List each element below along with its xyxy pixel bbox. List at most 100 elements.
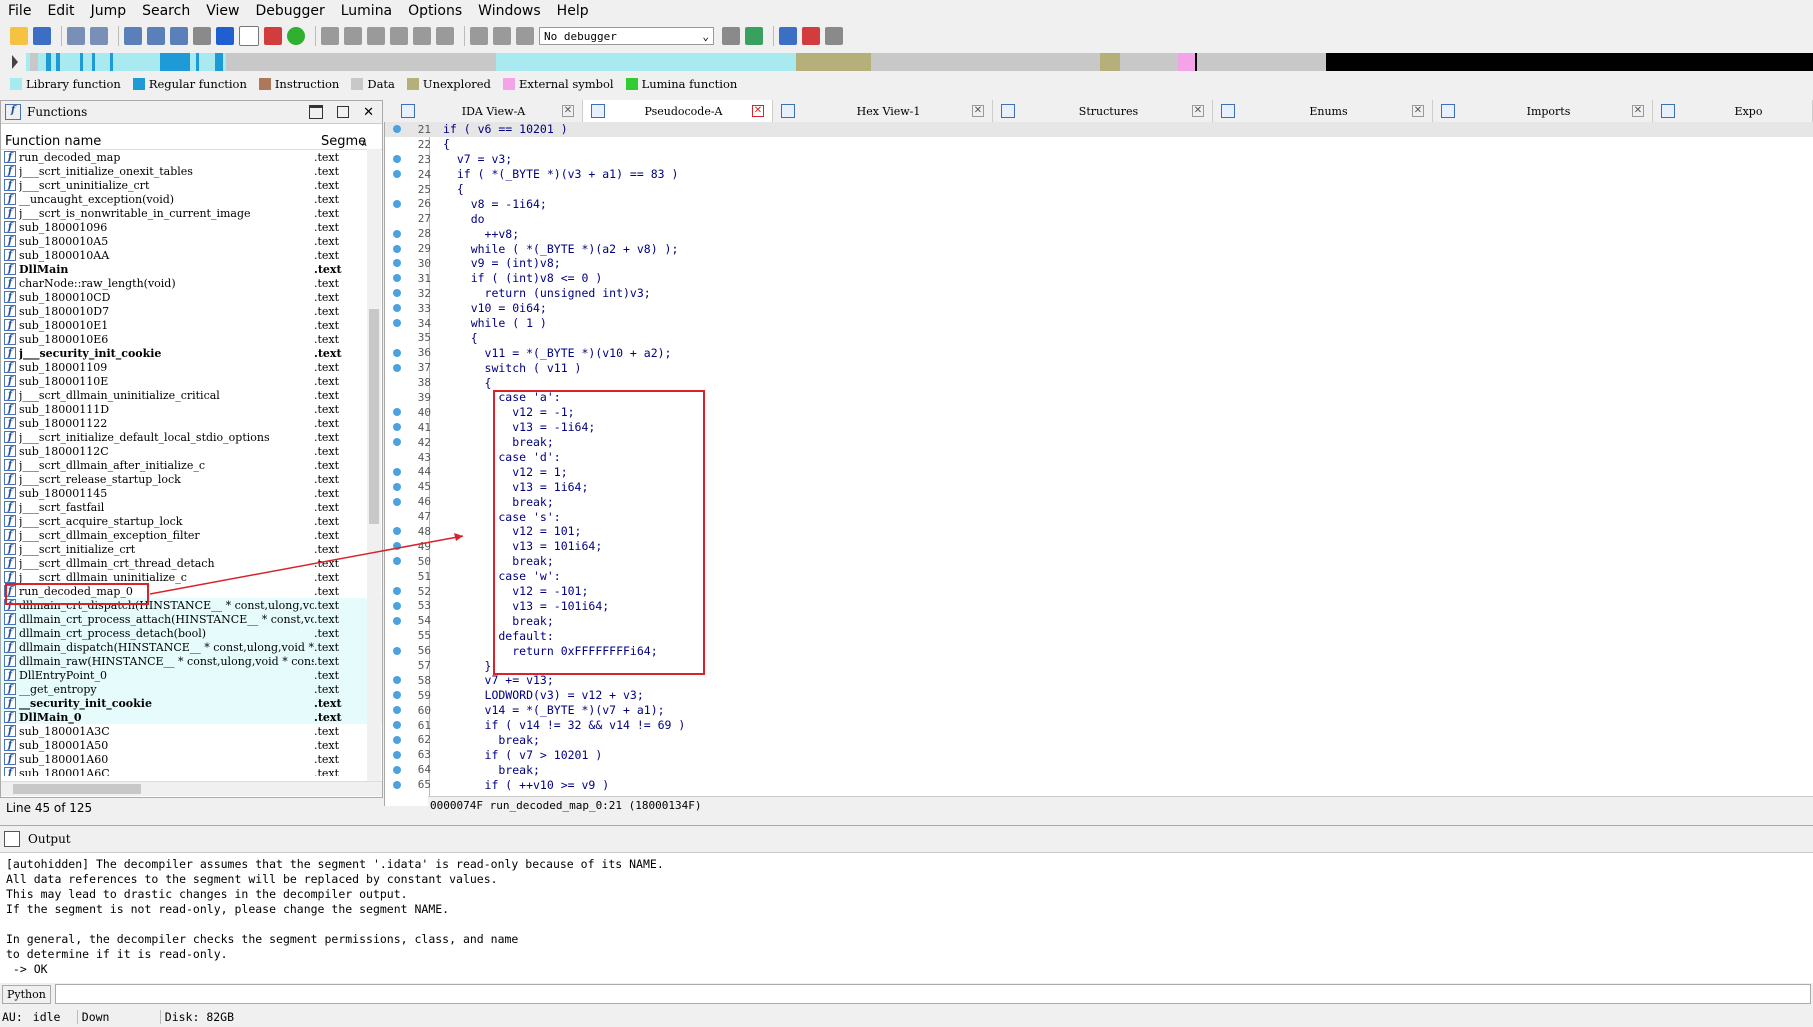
code-line[interactable]: 24 if ( *(_BYTE *)(v3 + a1) == 83 ) <box>385 167 1813 182</box>
scroll-up-icon[interactable]: ∧ <box>361 139 368 149</box>
refresh-icon[interactable] <box>745 27 763 45</box>
function-row[interactable]: f j___scrt_is_nonwritable_in_current_imag… <box>1 206 382 220</box>
breakpoint-dot-icon[interactable] <box>393 289 401 298</box>
breakpoint-dot-icon[interactable] <box>393 125 401 134</box>
function-row[interactable]: f sub_180001145 .text <box>1 486 382 500</box>
breakpoint-dot-icon[interactable] <box>393 363 401 372</box>
breakpoint-dot-icon[interactable] <box>393 601 401 610</box>
code-line[interactable]: 35 { <box>385 330 1813 345</box>
function-row[interactable]: f __security_init_cookie .text <box>1 696 382 710</box>
breakpoint-dot-icon[interactable] <box>393 780 401 789</box>
code-line[interactable]: 36 v11 = *(_BYTE *)(v10 + a2); <box>385 345 1813 360</box>
code-line[interactable]: 30 v9 = (int)v8; <box>385 256 1813 271</box>
function-row[interactable]: f dllmain_crt_process_attach(HINSTANCE__ … <box>1 612 382 626</box>
code-line[interactable]: 31 if ( (int)v8 <= 0 ) <box>385 271 1813 286</box>
breakpoint-dot-icon[interactable] <box>393 229 401 238</box>
breakpoint-icon[interactable] <box>802 27 820 45</box>
column-function-name[interactable]: Function name <box>1 134 321 149</box>
menu-item-windows[interactable]: Windows <box>470 3 549 19</box>
breakpoint-dot-icon[interactable] <box>393 646 401 655</box>
function-row[interactable]: f j___scrt_dllmain_uninitialize_c .text <box>1 570 382 584</box>
code-line[interactable]: 29 while ( *(_BYTE *)(a2 + v8) ); <box>385 241 1813 256</box>
breakpoint-dot-icon[interactable] <box>393 467 401 476</box>
function-row[interactable]: f j___scrt_dllmain_after_initialize_c .tex… <box>1 458 382 472</box>
menu-item-view[interactable]: View <box>198 3 247 19</box>
stop-icon[interactable] <box>516 27 534 45</box>
struct-icon[interactable] <box>321 27 339 45</box>
breakpoint-dot-icon[interactable] <box>393 616 401 625</box>
menu-item-debugger[interactable]: Debugger <box>247 3 332 19</box>
function-row[interactable]: f run_decoded_map .text <box>1 150 382 164</box>
vertical-scrollbar[interactable] <box>367 149 381 781</box>
debugger-select[interactable]: No debugger ⌄ <box>539 27 714 45</box>
back-arrow-icon[interactable] <box>67 27 85 45</box>
breakpoint-dot-icon[interactable] <box>393 199 401 208</box>
maximize-icon[interactable] <box>309 105 324 119</box>
menu-item-jump[interactable]: Jump <box>83 3 135 19</box>
function-row[interactable]: f j___scrt_initialize_default_local_stdio… <box>1 430 382 444</box>
function-row[interactable]: f sub_180001A6C .text <box>1 766 382 776</box>
code-line[interactable]: 58 v7 += v13; <box>385 673 1813 688</box>
function-row[interactable]: f sub_1800010CD .text <box>1 290 382 304</box>
function-row[interactable]: f j___scrt_acquire_startup_lock .text <box>1 514 382 528</box>
function-row[interactable]: f sub_18000112C .text <box>1 444 382 458</box>
breakpoint-dot-icon[interactable] <box>393 155 401 164</box>
breakpoint-dot-icon[interactable] <box>393 170 401 179</box>
code-line[interactable]: 60 v14 = *(_BYTE *)(v7 + a1); <box>385 703 1813 718</box>
menu-item-lumina[interactable]: Lumina <box>333 3 400 19</box>
code-line[interactable]: 21 if ( v6 == 10201 ) <box>385 122 1813 137</box>
hex-view-icon[interactable] <box>147 27 165 45</box>
scrollbar-thumb[interactable] <box>369 309 379 524</box>
function-row[interactable]: f sub_18000110E .text <box>1 374 382 388</box>
function-row[interactable]: f sub_180001096 .text <box>1 220 382 234</box>
code-line[interactable]: 28 ++v8; <box>385 226 1813 241</box>
text-search-icon[interactable] <box>170 27 188 45</box>
function-row[interactable]: f charNode::raw_length(void) .text <box>1 276 382 290</box>
function-row[interactable]: f sub_1800010E1 .text <box>1 318 382 332</box>
breakpoint-dot-icon[interactable] <box>393 438 401 447</box>
layout-icon[interactable] <box>779 27 797 45</box>
breakpoint-dot-icon[interactable] <box>393 259 401 268</box>
menu-item-file[interactable]: File <box>0 3 39 19</box>
function-icon[interactable] <box>367 27 385 45</box>
code-line[interactable]: 63 if ( v7 > 10201 ) <box>385 747 1813 762</box>
function-row[interactable]: f j___scrt_fastfail .text <box>1 500 382 514</box>
breakpoint-dot-icon[interactable] <box>393 750 401 759</box>
close-icon[interactable]: ✕ <box>752 105 764 117</box>
breakpoint-dot-icon[interactable] <box>393 348 401 357</box>
search-binary-icon[interactable] <box>193 27 211 45</box>
horizontal-scrollbar[interactable] <box>1 781 382 796</box>
breakpoint-dot-icon[interactable] <box>393 497 401 506</box>
function-row[interactable]: f j___scrt_dllmain_uninitialize_critical.… <box>1 388 382 402</box>
menu-item-help[interactable]: Help <box>549 3 597 19</box>
code-line[interactable]: 25 { <box>385 182 1813 197</box>
save-icon[interactable] <box>33 27 51 45</box>
delete-icon[interactable] <box>436 27 454 45</box>
close-icon[interactable]: ✕ <box>1632 105 1644 117</box>
breakpoint-dot-icon[interactable] <box>393 706 401 715</box>
function-row[interactable]: f sub_180001A50 .text <box>1 738 382 752</box>
close-icon[interactable]: ✕ <box>1192 105 1204 117</box>
tab-ida-view-a[interactable]: IDA View-A ✕ <box>393 100 583 122</box>
navigation-band[interactable] <box>0 51 1813 73</box>
breakpoint-dot-icon[interactable] <box>393 423 401 432</box>
function-row[interactable]: f j___scrt_initialize_crt .text <box>1 542 382 556</box>
breakpoint-dot-icon[interactable] <box>393 676 401 685</box>
code-line[interactable]: 65 if ( ++v10 >= v9 ) <box>385 777 1813 792</box>
python-button[interactable]: Python <box>2 984 51 1004</box>
breakpoint-dot-icon[interactable] <box>393 319 401 328</box>
patch-icon[interactable] <box>413 27 431 45</box>
function-row[interactable]: f j___scrt_release_startup_lock .text <box>1 472 382 486</box>
function-row[interactable]: f sub_180001109 .text <box>1 360 382 374</box>
function-row[interactable]: f j___security_init_cookie .text <box>1 346 382 360</box>
breakpoint-dot-icon[interactable] <box>393 557 401 566</box>
close-icon[interactable]: ✕ <box>1412 105 1424 117</box>
scrollbar-thumb[interactable] <box>13 784 141 794</box>
function-row[interactable]: f sub_1800010E6 .text <box>1 332 382 346</box>
pseudocode-view[interactable]: 21 if ( v6 == 10201 ) 22{23 v7 = v3; 24 if … <box>384 122 1813 806</box>
function-row[interactable]: f dllmain_raw(HINSTANCE__ * const,ulong,v… <box>1 654 382 668</box>
tab-structures[interactable]: Structures ✕ <box>993 100 1213 122</box>
code-line[interactable]: 59 LODWORD(v3) = v12 + v3; <box>385 688 1813 703</box>
enum-icon[interactable] <box>344 27 362 45</box>
function-row[interactable]: f sub_180001122 .text <box>1 416 382 430</box>
